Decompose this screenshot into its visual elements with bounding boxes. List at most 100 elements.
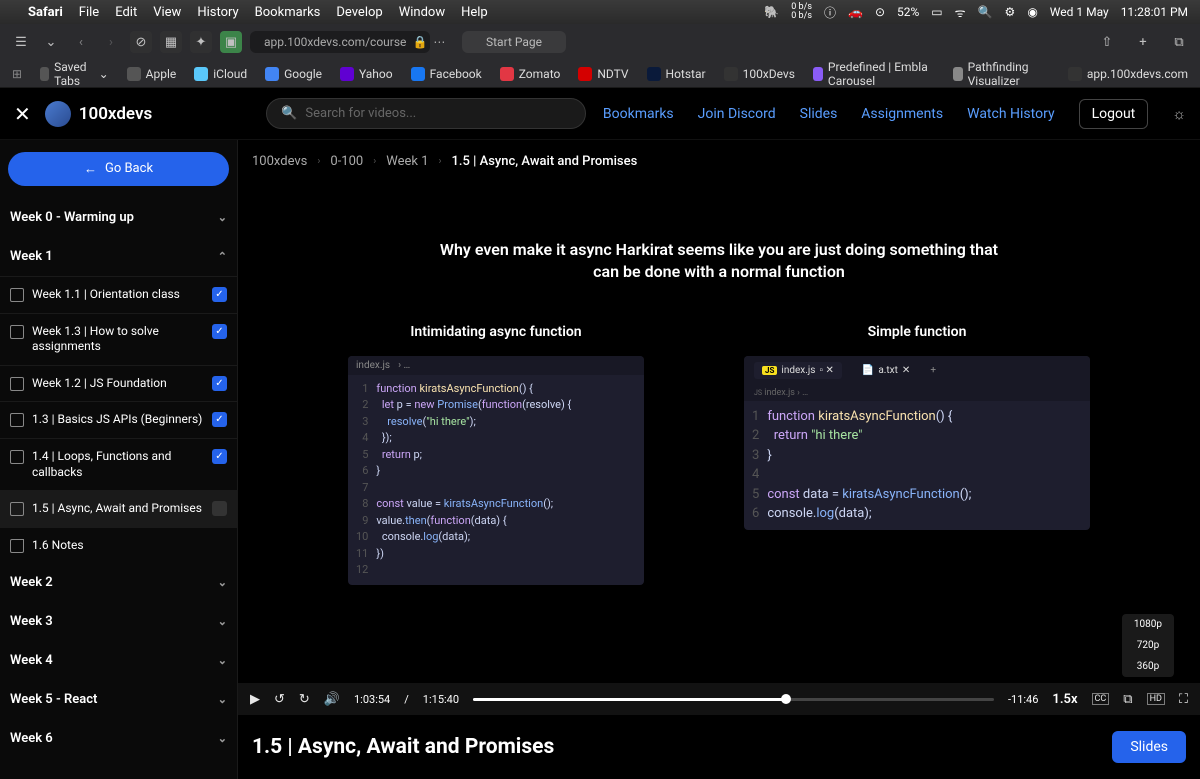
week-1-header[interactable]: Week 1⌃: [0, 237, 237, 276]
fav-pathfinding[interactable]: Pathfinding Visualizer: [953, 60, 1050, 88]
menu-view[interactable]: View: [153, 5, 181, 20]
fav-yahoo[interactable]: Yahoo: [340, 67, 393, 81]
car-icon[interactable]: 🚗: [848, 5, 863, 19]
quality-1080p[interactable]: 1080p: [1122, 614, 1174, 635]
fav-100xdevs[interactable]: 100xDevs: [724, 67, 795, 81]
crumb-course[interactable]: 0-100: [330, 154, 363, 169]
week-6-header[interactable]: Week 6⌄: [0, 719, 237, 758]
lesson-1-3b[interactable]: 1.3 | Basics JS APIs (Beginners)✓: [0, 401, 237, 438]
evernote-icon[interactable]: 🐘: [764, 5, 779, 19]
volume-icon[interactable]: 🔊: [324, 692, 340, 707]
fav-facebook[interactable]: Facebook: [411, 67, 482, 81]
fav-google[interactable]: Google: [265, 67, 322, 81]
forward-icon[interactable]: ›: [100, 31, 122, 53]
video-player[interactable]: Why even make it async Harkirat seems li…: [238, 179, 1200, 715]
menu-develop[interactable]: Develop: [336, 5, 382, 20]
brand-logo[interactable]: 100xdevs: [45, 101, 152, 127]
menu-help[interactable]: Help: [461, 5, 488, 20]
chevron-down-icon[interactable]: ⌄: [40, 31, 62, 53]
nav-bookmarks[interactable]: Bookmarks: [603, 106, 674, 122]
menu-bookmarks[interactable]: Bookmarks: [255, 5, 321, 20]
safari-toolbar: ☰ ⌄ ‹ › ⊘ ▦ ✦ ▣ app.100xdevs.com/course …: [0, 24, 1200, 60]
app-name[interactable]: Safari: [28, 5, 63, 20]
new-tab-icon[interactable]: +: [1132, 31, 1154, 53]
time[interactable]: 11:28:01 PM: [1121, 5, 1188, 19]
week-0-header[interactable]: Week 0 - Warming up⌄: [0, 198, 237, 237]
info-icon[interactable]: ⓘ: [824, 4, 836, 21]
week-5-header[interactable]: Week 5 - React⌄: [0, 680, 237, 719]
code-editor-right: JSindex.js ▫ ✕📄 a.txt ✕+ JS index.js › ……: [744, 356, 1090, 530]
lesson-1-5[interactable]: 1.5 | Async, Await and Promises: [0, 490, 237, 527]
go-back-button[interactable]: ← Go Back: [8, 152, 229, 186]
lesson-1-2[interactable]: Week 1.2 | JS Foundation✓: [0, 365, 237, 402]
week-4-header[interactable]: Week 4⌄: [0, 641, 237, 680]
play-icon[interactable]: ▶: [250, 692, 260, 707]
quality-720p[interactable]: 720p: [1122, 635, 1174, 656]
lesson-1-6[interactable]: 1.6 Notes: [0, 527, 237, 564]
wifi-icon[interactable]: ᯤ: [955, 4, 966, 21]
ext2-icon[interactable]: ▦: [160, 31, 182, 53]
fav-saved-tabs[interactable]: Saved Tabs ⌄: [40, 60, 109, 88]
current-time: 1:03:54: [354, 693, 390, 706]
logout-button[interactable]: Logout: [1079, 99, 1149, 129]
rewind-icon[interactable]: ↺: [274, 692, 285, 707]
quality-360p[interactable]: 360p: [1122, 656, 1174, 677]
fav-ndtv[interactable]: NDTV: [578, 67, 628, 81]
slides-button[interactable]: Slides: [1112, 731, 1186, 763]
grid-icon[interactable]: ⊞: [12, 67, 22, 81]
speed[interactable]: 1.5x: [1052, 692, 1077, 707]
week-3-header[interactable]: Week 3⌄: [0, 602, 237, 641]
more-icon[interactable]: ⋯: [433, 35, 445, 49]
avatar: [45, 101, 71, 127]
search-input[interactable]: 🔍 Search for videos...: [266, 98, 586, 129]
caption-icon[interactable]: CC: [1092, 693, 1110, 705]
quality-menu: 1080p 720p 360p: [1122, 614, 1174, 677]
menu-edit[interactable]: Edit: [115, 5, 137, 20]
close-icon[interactable]: ✕: [14, 102, 31, 126]
ext1-icon[interactable]: ⊘: [130, 31, 152, 53]
start-page-tab[interactable]: Start Page: [462, 31, 566, 53]
menu-history[interactable]: History: [197, 5, 238, 20]
search-icon[interactable]: 🔍: [978, 5, 993, 19]
sidebar-toggle-icon[interactable]: ☰: [10, 31, 32, 53]
ext3-icon[interactable]: ✦: [190, 31, 212, 53]
lesson-1-3[interactable]: Week 1.3 | How to solve assignments✓: [0, 313, 237, 365]
crumb-current: 1.5 | Async, Await and Promises: [452, 154, 638, 169]
fav-icloud[interactable]: iCloud: [194, 67, 247, 81]
search-placeholder: Search for videos...: [305, 106, 416, 121]
menu-file[interactable]: File: [79, 5, 99, 20]
nav-slides[interactable]: Slides: [800, 106, 838, 122]
fav-hotstar[interactable]: Hotstar: [647, 67, 706, 81]
tabs-icon[interactable]: ⧉: [1168, 31, 1190, 53]
nav-assignments[interactable]: Assignments: [861, 106, 943, 122]
fav-zomato[interactable]: Zomato: [500, 67, 561, 81]
week-2-header[interactable]: Week 2⌄: [0, 563, 237, 602]
url-bar[interactable]: app.100xdevs.com/course 🔒 ⋯: [250, 31, 430, 53]
fav-app100x[interactable]: app.100xdevs.com: [1068, 67, 1188, 81]
date[interactable]: Wed 1 May: [1050, 5, 1109, 19]
play-icon[interactable]: ⊙: [875, 5, 885, 19]
crumb-week[interactable]: Week 1: [386, 154, 428, 169]
favorites-bar: ⊞ Saved Tabs ⌄ Apple iCloud Google Yahoo…: [0, 60, 1200, 88]
forward-icon[interactable]: ↻: [299, 692, 310, 707]
pip-icon[interactable]: ⧉: [1123, 692, 1132, 707]
share-icon[interactable]: ⇧: [1096, 31, 1118, 53]
fullscreen-icon[interactable]: ⛶: [1179, 692, 1188, 707]
crumb-root[interactable]: 100xdevs: [252, 154, 307, 169]
menu-window[interactable]: Window: [399, 5, 445, 20]
back-icon[interactable]: ‹: [70, 31, 92, 53]
right-code-label: Simple function: [868, 324, 967, 340]
lesson-1-4[interactable]: 1.4 | Loops, Functions and callbacks✓: [0, 438, 237, 490]
siri-icon[interactable]: ◉: [1027, 5, 1037, 19]
nav-discord[interactable]: Join Discord: [698, 106, 776, 122]
ext4-icon[interactable]: ▣: [220, 31, 242, 53]
fav-apple[interactable]: Apple: [127, 67, 177, 81]
lesson-1-1[interactable]: Week 1.1 | Orientation class✓: [0, 276, 237, 313]
control-center-icon[interactable]: ⚙: [1005, 5, 1016, 19]
progress-bar[interactable]: [473, 698, 994, 701]
nav-history[interactable]: Watch History: [967, 106, 1054, 122]
theme-toggle-icon[interactable]: ☼: [1172, 105, 1186, 123]
fav-embla[interactable]: Predefined | Embla Carousel: [813, 60, 935, 88]
hd-icon[interactable]: HD: [1147, 693, 1165, 705]
chevron-down-icon: ⌄: [218, 732, 227, 745]
